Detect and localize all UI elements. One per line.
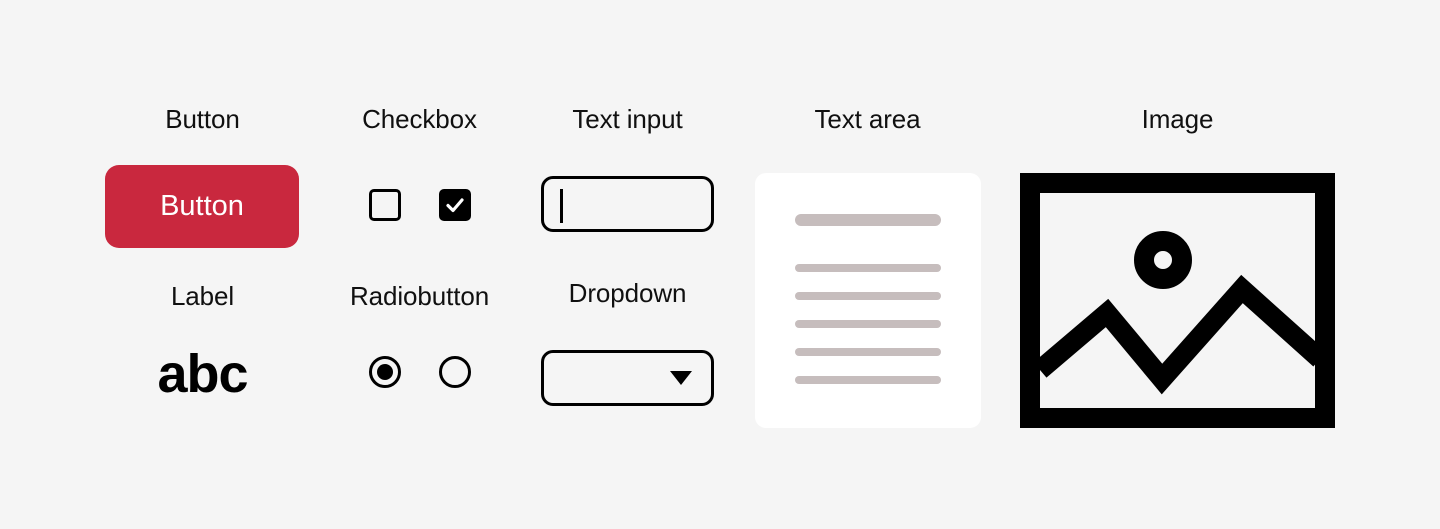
dropdown-select[interactable] [541, 350, 714, 406]
radiobutton-selected[interactable] [368, 356, 401, 388]
image-placeholder-icon [1020, 173, 1335, 428]
text-area-line [795, 348, 941, 356]
text-area-line [795, 292, 941, 300]
column-title-image: Image [1141, 104, 1214, 134]
column-title-radiobutton: Radiobutton [349, 281, 490, 311]
text-input-field[interactable] [541, 176, 714, 232]
label-sample-text: abc [157, 344, 248, 404]
chevron-down-icon [670, 371, 692, 385]
image-placeholder[interactable] [1020, 173, 1335, 428]
column-title-text-input: Text input [572, 104, 683, 134]
radiobutton-group [322, 356, 517, 388]
component-showcase: Button Button Label abc Checkbox Radiobu… [0, 0, 1440, 529]
text-caret-icon [560, 189, 563, 223]
text-area-line [795, 214, 941, 226]
column-title-checkbox: Checkbox [362, 104, 477, 134]
radio-dot-icon [376, 364, 393, 380]
text-area-line [795, 376, 941, 384]
checkbox-unchecked[interactable] [368, 189, 401, 221]
column-title-dropdown: Dropdown [568, 278, 687, 308]
column-title-text-area: Text area [814, 104, 921, 134]
text-area-lines [795, 214, 941, 384]
column-title-label: Label [170, 281, 235, 311]
button-label: Button [160, 190, 244, 222]
checkbox-checked[interactable] [438, 189, 471, 221]
text-area-line [795, 264, 941, 272]
text-area-line [795, 320, 941, 328]
text-area-card[interactable] [755, 173, 981, 428]
checkbox-group [322, 189, 517, 221]
checkmark-icon [445, 198, 464, 213]
column-title-button: Button [165, 104, 240, 134]
button-widget[interactable]: Button [105, 165, 299, 248]
radiobutton-unselected[interactable] [438, 356, 471, 388]
